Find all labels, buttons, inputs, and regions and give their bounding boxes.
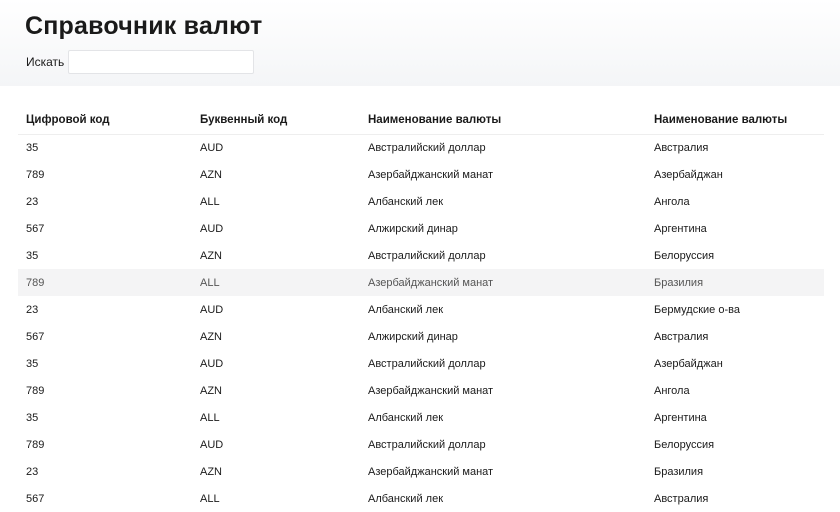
currency-name-cell: Азербайджанский манат bbox=[368, 465, 494, 478]
country-name-cell: Аргентина bbox=[654, 411, 707, 424]
table-body: 35 AUD Австралийский доллар Австралия 789 AZN… bbox=[18, 134, 824, 512]
currency-name-cell: Австралийский доллар bbox=[368, 141, 486, 154]
numeric-code-cell: 789 bbox=[26, 438, 45, 451]
letter-code-cell: AZN bbox=[200, 465, 222, 478]
currency-name-cell: Австралийский доллар bbox=[368, 438, 486, 451]
numeric-code-cell: 35 bbox=[26, 357, 39, 370]
country-name-cell: Австралия bbox=[654, 330, 709, 343]
letter-code-cell: ALL bbox=[200, 492, 220, 505]
table-row[interactable]: 35 ALL Албанский лек Аргентина bbox=[18, 404, 824, 431]
letter-code-cell: ALL bbox=[192, 269, 360, 296]
letter-code-cell: AZN bbox=[200, 168, 222, 181]
letter-code-cell: AZN bbox=[200, 330, 222, 343]
table-row[interactable]: 23 AZN Азербайджанский манат Бразилия bbox=[18, 458, 824, 485]
letter-code-cell: AUD bbox=[200, 357, 224, 370]
numeric-code-cell: 35 bbox=[26, 249, 39, 262]
table-row[interactable]: 35 AUD Австралийский доллар Австралия bbox=[18, 134, 824, 161]
country-name-cell: Азербайджан bbox=[654, 357, 723, 370]
country-name-cell: Белоруссия bbox=[654, 438, 715, 451]
letter-code-cell: AZN bbox=[200, 384, 222, 397]
table-row[interactable]: 35 AUD Австралийский доллар Азербайджан bbox=[18, 350, 824, 377]
currency-name-cell: Албанский лек bbox=[368, 492, 444, 505]
currency-name-cell: Албанский лек bbox=[368, 195, 444, 208]
table-row[interactable]: 567 ALL Албанский лек Австралия bbox=[18, 485, 824, 512]
table-row[interactable]: 23 AUD Албанский лек Бермудские о-ва bbox=[18, 296, 824, 323]
table-row[interactable]: 789 AZN Азербайджанский манат Ангола bbox=[18, 377, 824, 404]
table-row[interactable]: 789 AZN Азербайджанский манат Азербайджан bbox=[18, 161, 824, 188]
country-name-cell: Аргентина bbox=[654, 222, 707, 235]
country-name-cell: Бразилия bbox=[646, 269, 824, 296]
table-row[interactable]: 35 AZN Австралийский доллар Белоруссия bbox=[18, 242, 824, 269]
currency-name-cell: Азербайджанский манат bbox=[368, 384, 494, 397]
numeric-code-cell: 567 bbox=[26, 492, 45, 505]
column-header-numeric-code[interactable]: Цифровой код bbox=[18, 107, 192, 135]
currency-name-cell: Азербайджанский манат bbox=[368, 168, 494, 181]
currency-table: Цифровой код Буквенный код Наименование … bbox=[18, 107, 824, 512]
country-name-cell: Ангола bbox=[654, 384, 690, 397]
table-row[interactable]: 567 AZN Алжирский динар Австралия bbox=[18, 323, 824, 350]
table-row[interactable]: 789 AUD Австралийский доллар Белоруссия bbox=[18, 431, 824, 458]
letter-code-cell: AUD bbox=[200, 438, 224, 451]
table-row[interactable]: 789 ALL Азербайджанский манат Бразилия bbox=[18, 269, 824, 296]
column-header-country-name[interactable]: Наименование валюты bbox=[646, 107, 824, 135]
letter-code-cell: ALL bbox=[200, 195, 220, 208]
country-name-cell: Азербайджан bbox=[654, 168, 723, 181]
letter-code-cell: AUD bbox=[200, 222, 224, 235]
currency-name-cell: Австралийский доллар bbox=[368, 249, 486, 262]
column-header-letter-code[interactable]: Буквенный код bbox=[192, 107, 360, 135]
numeric-code-cell: 35 bbox=[26, 141, 39, 154]
currency-name-cell: Азербайджанский манат bbox=[360, 269, 646, 296]
numeric-code-cell: 23 bbox=[26, 465, 39, 478]
numeric-code-cell: 789 bbox=[18, 269, 192, 296]
numeric-code-cell: 35 bbox=[26, 411, 39, 424]
numeric-code-cell: 23 bbox=[26, 303, 39, 316]
search-label: Искать bbox=[26, 55, 65, 69]
currency-name-cell: Албанский лек bbox=[368, 411, 444, 424]
country-name-cell: Бразилия bbox=[654, 465, 704, 478]
search-input[interactable] bbox=[68, 50, 254, 74]
country-name-cell: Белоруссия bbox=[654, 249, 715, 262]
table-header-row: Цифровой код Буквенный код Наименование … bbox=[18, 107, 824, 135]
country-name-cell: Австралия bbox=[654, 492, 709, 505]
country-name-cell: Бермудские о-ва bbox=[654, 303, 740, 316]
country-name-cell: Ангола bbox=[654, 195, 690, 208]
letter-code-cell: AZN bbox=[200, 249, 222, 262]
numeric-code-cell: 789 bbox=[26, 384, 45, 397]
numeric-code-cell: 567 bbox=[26, 330, 45, 343]
letter-code-cell: AUD bbox=[200, 141, 224, 154]
numeric-code-cell: 789 bbox=[26, 168, 45, 181]
letter-code-cell: ALL bbox=[200, 411, 220, 424]
page-title: Справочник валют bbox=[25, 12, 263, 40]
country-name-cell: Австралия bbox=[654, 141, 709, 154]
letter-code-cell: AUD bbox=[200, 303, 224, 316]
numeric-code-cell: 23 bbox=[26, 195, 39, 208]
table-row[interactable]: 567 AUD Алжирский динар Аргентина bbox=[18, 215, 824, 242]
numeric-code-cell: 567 bbox=[26, 222, 45, 235]
currency-name-cell: Австралийский доллар bbox=[368, 357, 486, 370]
currency-name-cell: Алжирский динар bbox=[368, 330, 458, 343]
currency-name-cell: Алжирский динар bbox=[368, 222, 458, 235]
table-row[interactable]: 23 ALL Албанский лек Ангола bbox=[18, 188, 824, 215]
page-header: Справочник валют Искать bbox=[0, 0, 840, 86]
column-header-currency-name[interactable]: Наименование валюты bbox=[360, 107, 646, 135]
currency-name-cell: Албанский лек bbox=[368, 303, 444, 316]
